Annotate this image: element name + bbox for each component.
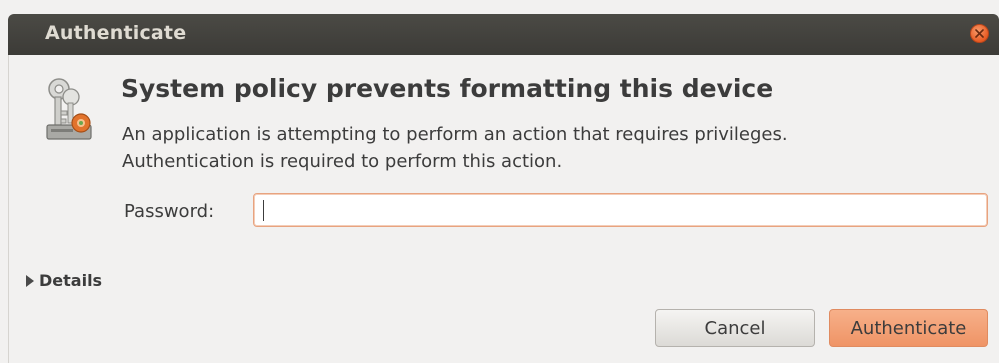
window-title: Authenticate xyxy=(45,22,187,44)
dialog-body: System policy prevents formatting this d… xyxy=(8,55,999,363)
dialog-heading: System policy prevents formatting this d… xyxy=(121,74,774,103)
password-label: Password: xyxy=(124,201,215,222)
disclosure-triangle-right-icon xyxy=(26,274,34,287)
close-icon[interactable] xyxy=(970,24,989,43)
text-cursor xyxy=(263,200,264,221)
details-expander[interactable]: Details xyxy=(26,271,102,290)
details-label: Details xyxy=(39,271,103,290)
message-line-1: An application is attempting to perform … xyxy=(122,124,788,145)
cancel-button[interactable]: Cancel xyxy=(655,309,815,347)
title-bar[interactable]: Authenticate xyxy=(8,14,999,55)
password-field[interactable] xyxy=(253,193,988,227)
keys-gear-icon xyxy=(39,75,95,145)
message-line-2: Authentication is required to perform th… xyxy=(122,151,563,172)
authenticate-button[interactable]: Authenticate xyxy=(829,309,988,347)
auth-dialog-window: Authenticate System policy prevents form… xyxy=(0,0,999,363)
